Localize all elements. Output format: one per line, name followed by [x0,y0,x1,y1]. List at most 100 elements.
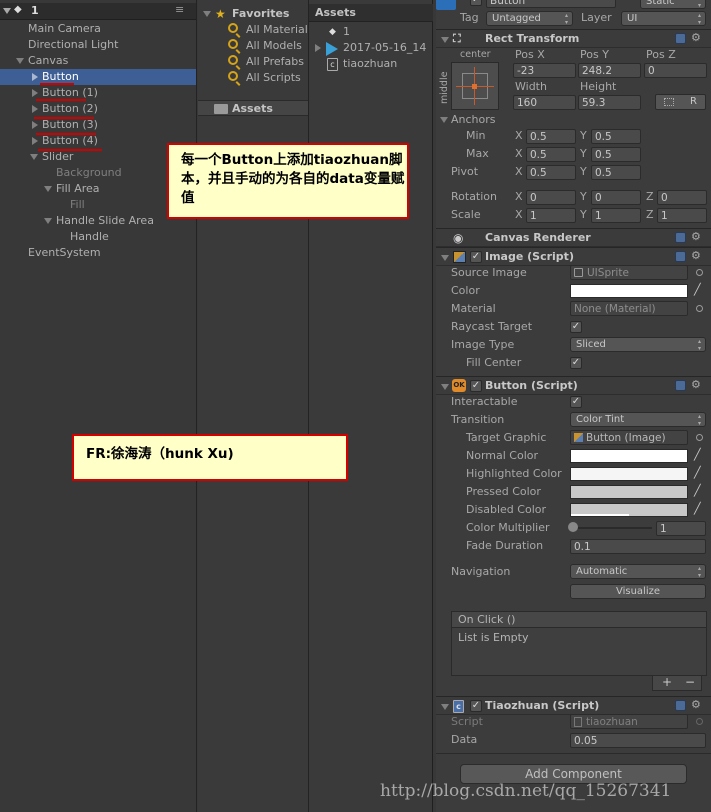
scale-z-field[interactable]: 1 [657,208,707,223]
foldout-expanded-icon[interactable] [441,384,449,390]
assets-folder-row[interactable]: Assets [198,100,308,116]
data-field[interactable]: 0.05 [570,733,706,748]
scale-y-field[interactable]: 1 [591,208,641,223]
multiplier-field[interactable]: 1 [656,521,706,536]
help-icon[interactable] [675,33,686,44]
anchor-max-y-field[interactable]: 0.5 [591,147,641,162]
foldout-expanded-icon[interactable] [203,11,211,17]
gear-icon[interactable]: ⚙ [691,32,701,44]
pos-y-field[interactable]: 248.2 [578,63,641,78]
help-icon[interactable] [675,700,686,711]
object-picker-icon[interactable] [696,434,703,441]
tiaozhuan-enabled-checkbox[interactable]: ✓ [470,700,482,712]
foldout-collapsed-icon[interactable] [32,121,38,129]
gear-icon[interactable]: ⚙ [691,699,701,711]
canvas-renderer-header[interactable]: ◉ Canvas Renderer ⚙ [436,228,711,247]
favorite-item-all-prefabs[interactable]: All Prefabs [198,54,308,70]
help-icon[interactable] [675,232,686,243]
hierarchy-item-button-2[interactable]: Button (2) [0,101,196,117]
fill-center-checkbox[interactable]: ✓ [570,357,582,369]
pos-x-field[interactable]: -23 [513,63,576,78]
foldout-expanded-icon[interactable] [44,186,52,192]
favorites-header[interactable]: ★ Favorites [200,6,308,22]
normal-color-swatch[interactable] [570,449,688,463]
layer-dropdown[interactable]: UI [621,11,706,26]
foldout-expanded-icon[interactable] [30,154,38,160]
anchor-min-y-field[interactable]: 0.5 [591,129,641,144]
object-picker-icon[interactable] [696,305,703,312]
eyedropper-icon[interactable]: ╱ [694,503,704,515]
disabled-color-swatch[interactable] [570,503,688,517]
hierarchy-item-canvas[interactable]: Canvas [0,53,196,69]
foldout-collapsed-icon[interactable] [32,89,38,97]
favorite-item-all-models[interactable]: All Models [198,38,308,54]
asset-item-tiaozhuan-script[interactable]: c tiaozhuan [309,56,433,72]
anchors-foldout[interactable]: Anchors [440,112,496,128]
image-script-header[interactable]: ✓ Image (Script) ⚙ [436,247,711,266]
gear-icon[interactable]: ⚙ [691,231,701,243]
target-graphic-field[interactable]: Button (Image) [570,430,688,445]
image-color-swatch[interactable] [570,284,688,298]
raw-edit-button[interactable]: R [690,96,697,107]
scale-x-field[interactable]: 1 [526,208,576,223]
visualize-button[interactable]: Visualize [570,584,706,599]
eyedropper-icon[interactable]: ╱ [694,284,704,296]
eyedropper-icon[interactable]: ╱ [694,485,704,497]
material-field[interactable]: None (Material) [570,301,688,316]
image-type-dropdown[interactable]: Sliced [570,337,706,352]
rotation-y-field[interactable]: 0 [591,190,641,205]
highlighted-color-swatch[interactable] [570,467,688,481]
static-dropdown[interactable]: Static [640,0,706,9]
anchor-min-x-field[interactable]: 0.5 [526,129,576,144]
hierarchy-item-button-1[interactable]: Button (1) [0,85,196,101]
foldout-collapsed-icon[interactable] [32,105,38,113]
hierarchy-item-handle[interactable]: Handle [0,229,196,245]
anchor-max-x-field[interactable]: 0.5 [526,147,576,162]
hierarchy-item-directional-light[interactable]: Directional Light [0,37,196,53]
pos-z-field[interactable]: 0 [644,63,707,78]
navigation-dropdown[interactable]: Automatic [570,564,706,579]
foldout-expanded-icon[interactable] [16,58,24,64]
add-listener-button[interactable]: + [662,675,672,689]
multiplier-slider-handle[interactable] [568,522,578,532]
button-script-header[interactable]: OK ✓ Button (Script) ⚙ [436,376,711,395]
transition-dropdown[interactable]: Color Tint [570,412,706,427]
pressed-color-swatch[interactable] [570,485,688,499]
asset-item-timeline[interactable]: 2017-05-16_14 [309,40,433,56]
rotation-x-field[interactable]: 0 [526,190,576,205]
width-field[interactable]: 160 [513,95,576,110]
gear-icon[interactable]: ⚙ [691,379,701,391]
hierarchy-menu-icon[interactable]: ≡ [175,3,184,16]
asset-item-scene-1[interactable]: ◆ 1 [309,24,433,40]
help-icon[interactable] [675,251,686,262]
object-picker-icon[interactable] [696,269,703,276]
foldout-expanded-icon[interactable] [440,117,448,123]
favorite-item-all-material[interactable]: All Material [198,22,308,38]
fade-duration-field[interactable]: 0.1 [570,539,706,554]
foldout-expanded-icon[interactable] [44,218,52,224]
interactable-checkbox[interactable]: ✓ [570,396,582,408]
button-enabled-checkbox[interactable]: ✓ [470,380,482,392]
hierarchy-item-button-3[interactable]: Button (3) [0,117,196,133]
hierarchy-item-main-camera[interactable]: Main Camera [0,21,196,37]
pivot-x-field[interactable]: 0.5 [526,165,576,180]
raycast-target-checkbox[interactable]: ✓ [570,321,582,333]
hierarchy-item-eventsystem[interactable]: EventSystem [0,245,196,261]
tag-dropdown[interactable]: Untagged [486,11,573,26]
rotation-z-field[interactable]: 0 [657,190,707,205]
pivot-y-field[interactable]: 0.5 [591,165,641,180]
favorite-item-all-scripts[interactable]: All Scripts [198,70,308,86]
rect-transform-header[interactable]: ⛶ Rect Transform ⚙ [436,29,711,48]
active-checkbox[interactable]: ✓ [470,0,482,6]
foldout-collapsed-icon[interactable] [32,137,38,145]
object-name-field[interactable]: Button [486,0,616,8]
multiplier-slider-track[interactable] [570,527,652,529]
image-enabled-checkbox[interactable]: ✓ [470,251,482,263]
eyedropper-icon[interactable]: ╱ [694,467,704,479]
foldout-collapsed-icon[interactable] [315,44,321,52]
scene-foldout-icon[interactable] [3,8,11,14]
source-image-field[interactable]: UISprite [570,265,688,280]
foldout-expanded-icon[interactable] [441,37,449,43]
foldout-expanded-icon[interactable] [441,255,449,261]
anchor-presets-button[interactable] [451,62,499,110]
